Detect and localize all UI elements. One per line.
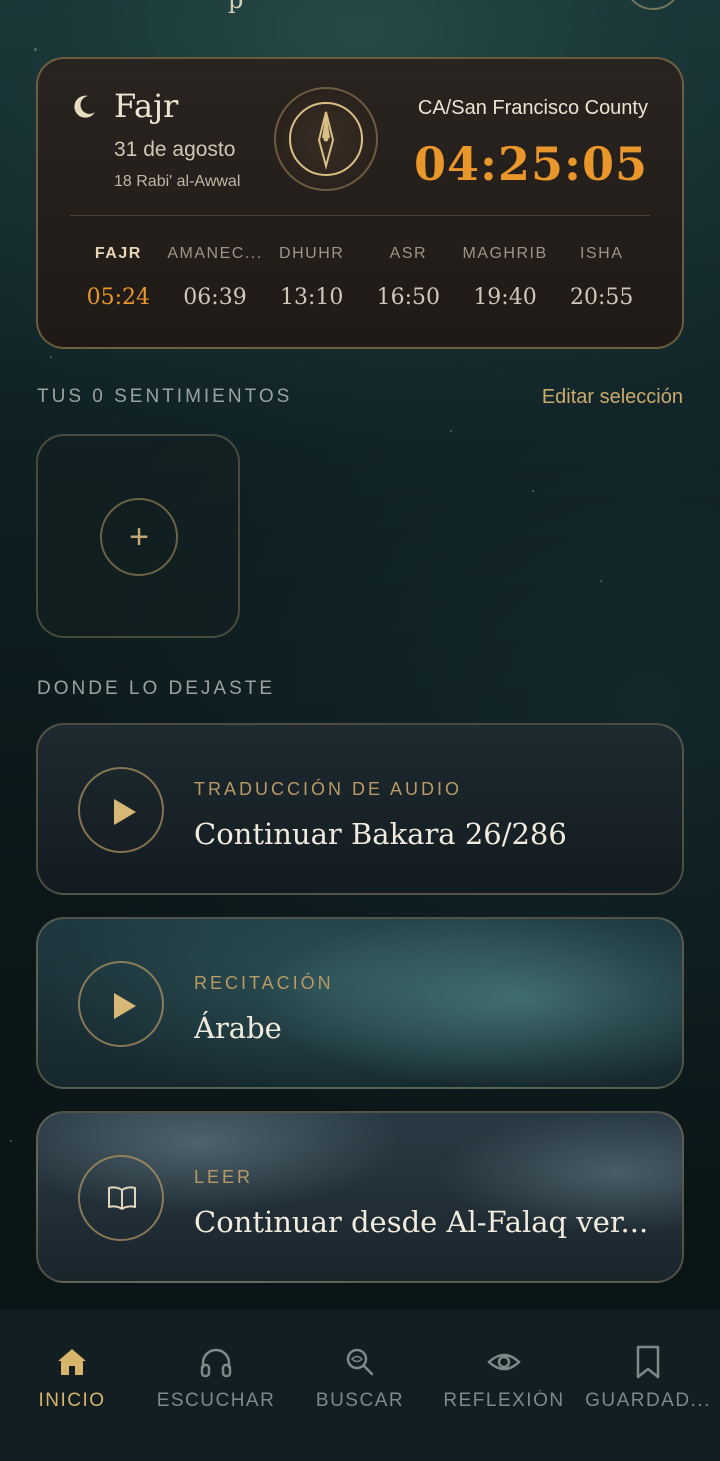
play-button[interactable]	[78, 767, 164, 853]
prayer-times-card[interactable]: Fajr 31 de agosto 18 Rabi' al-Awwal CA/S…	[36, 57, 684, 349]
gregorian-date: 31 de agosto	[114, 138, 236, 161]
bottom-navigation: INICIO ESCUCHAR BUSCAR REFLEXIÓN GUARDAD…	[0, 1310, 720, 1461]
prayer-time-asr: ASR 16:50	[360, 245, 457, 310]
background-star	[34, 48, 37, 51]
prayer-time: 13:10	[279, 285, 344, 310]
nav-item-search[interactable]: BUSCAR	[288, 1310, 432, 1461]
prayer-time: 16:50	[376, 285, 441, 310]
card-title: Continuar Bakara 26/286	[194, 817, 567, 851]
prayer-time-sunrise: AMANEC... 06:39	[167, 245, 264, 310]
continue-recitation-card[interactable]: RECITACIÓN Árabe	[36, 917, 684, 1089]
moon-icon	[74, 95, 95, 118]
compass-needle-icon	[317, 111, 335, 170]
plus-icon: +	[129, 517, 149, 556]
background-star	[600, 580, 602, 582]
nav-item-reflection[interactable]: REFLEXIÓN	[432, 1310, 576, 1461]
book-icon	[108, 1186, 136, 1210]
prayer-time: 06:39	[183, 285, 247, 310]
search-icon	[346, 1348, 374, 1376]
add-feeling-button[interactable]: +	[100, 498, 178, 576]
add-feeling-tile[interactable]: +	[36, 434, 240, 638]
continue-section-title: DONDE LO DEJASTE	[37, 678, 276, 699]
home-icon	[58, 1349, 86, 1375]
nav-label: ESCUCHAR	[156, 1390, 276, 1411]
edit-selection-link[interactable]: Editar selección	[542, 386, 683, 409]
hijri-date: 18 Rabi' al-Awwal	[114, 173, 241, 190]
nav-label: REFLEXIÓN	[443, 1390, 565, 1411]
prayer-time-dhuhr: DHUHR 13:10	[263, 245, 360, 310]
current-prayer-name: Fajr	[114, 87, 179, 125]
prayer-times-row: FAJR 05:24 AMANEC... 06:39 DHUHR 13:10 A…	[70, 245, 650, 310]
prayer-time: 19:40	[473, 285, 537, 310]
card-kicker: TRADUCCIÓN DE AUDIO	[194, 779, 463, 799]
bookmark-icon	[636, 1345, 660, 1379]
nav-item-listen[interactable]: ESCUCHAR	[144, 1310, 288, 1461]
feelings-section-title: TUS 0 SENTIMIENTOS	[37, 386, 293, 407]
continue-audio-translation-card[interactable]: TRADUCCIÓN DE AUDIO Continuar Bakara 26/…	[36, 723, 684, 895]
compass-ring	[289, 102, 363, 176]
background-star	[10, 1140, 12, 1142]
card-title: Continuar desde Al-Falaq ver...	[194, 1205, 649, 1239]
nav-item-home[interactable]: INICIO	[0, 1310, 144, 1461]
prayer-time: 05:24	[86, 285, 151, 310]
prayer-time-isha: ISHA 20:55	[553, 245, 650, 310]
nav-item-saved[interactable]: GUARDAD...	[576, 1310, 720, 1461]
continue-reading-card[interactable]: LEER Continuar desde Al-Falaq ver...	[36, 1111, 684, 1283]
prayer-time-maghrib: MAGHRIB 19:40	[457, 245, 554, 310]
card-kicker: RECITACIÓN	[194, 973, 334, 993]
background-star	[532, 490, 534, 492]
prayer-countdown: 04:25:05	[413, 137, 648, 191]
prayer-time: 20:55	[569, 285, 634, 310]
background-star	[50, 356, 52, 358]
card-kicker: LEER	[194, 1167, 254, 1187]
open-book-button[interactable]	[78, 1155, 164, 1241]
prayer-time-fajr: FAJR 05:24	[70, 245, 167, 310]
eye-icon	[487, 1353, 521, 1371]
nav-label: GUARDAD...	[585, 1390, 711, 1411]
play-icon	[114, 993, 136, 1019]
prayer-label: FAJR	[94, 245, 142, 262]
header-title-partial: p	[228, 0, 244, 14]
play-button[interactable]	[78, 961, 164, 1047]
prayer-label: ISHA	[580, 245, 624, 262]
nav-label: INICIO	[38, 1390, 106, 1411]
card-divider	[70, 215, 650, 216]
card-title: Árabe	[194, 1011, 282, 1045]
qibla-compass-button[interactable]	[274, 87, 378, 191]
prayer-label: DHUHR	[279, 245, 345, 262]
profile-avatar-button[interactable]	[624, 0, 682, 10]
prayer-label: MAGHRIB	[462, 245, 548, 262]
headphones-icon	[200, 1348, 232, 1378]
play-icon	[114, 799, 136, 825]
nav-label: BUSCAR	[315, 1390, 405, 1411]
prayer-label: AMANEC...	[167, 245, 263, 262]
prayer-label: ASR	[389, 245, 428, 262]
location-label[interactable]: CA/San Francisco County	[418, 97, 648, 120]
background-star	[450, 430, 452, 432]
